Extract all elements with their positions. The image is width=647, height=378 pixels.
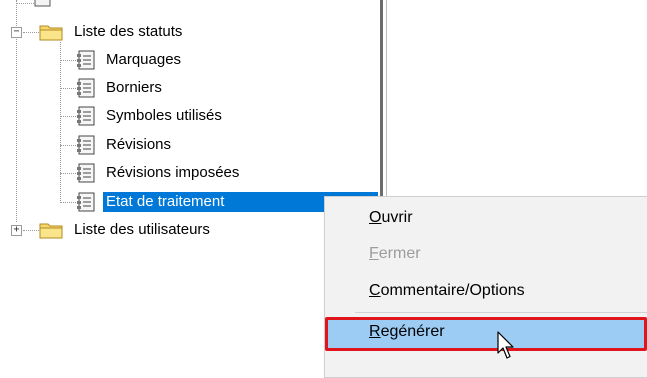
- menu-mnemonic: R: [369, 323, 381, 340]
- document-list-icon: [77, 78, 95, 98]
- tree-item-marquages[interactable]: Marquages: [106, 50, 181, 70]
- menu-item-label: egénérer: [380, 323, 445, 340]
- tree-item-symboles-utilises[interactable]: Symboles utilisés: [106, 106, 222, 126]
- tree-item-borniers[interactable]: Borniers: [106, 78, 162, 98]
- document-list-icon: [77, 135, 95, 155]
- tree-item-liste-des-utilisateurs[interactable]: Liste des utilisateurs: [74, 220, 210, 240]
- document-list-icon: [77, 106, 95, 126]
- menu-mnemonic: F: [369, 245, 379, 262]
- document-list-icon: [77, 50, 95, 70]
- tree-item-revisions-imposees[interactable]: Révisions imposées: [106, 163, 239, 183]
- menu-item-label: uvrir: [381, 209, 413, 226]
- menu-mnemonic: C: [369, 282, 381, 299]
- document-list-icon: [34, 0, 51, 7]
- tree-connector: [16, 36, 17, 222]
- menu-item-regenerer[interactable]: Regénérer: [325, 317, 647, 351]
- tree-item-revisions[interactable]: Révisions: [106, 135, 171, 155]
- collapse-toggle[interactable]: −: [11, 27, 22, 38]
- menu-item-ouvrir[interactable]: Ouvrir: [325, 203, 647, 233]
- tree-view: − Liste des statuts Marquages Borniers S…: [0, 0, 380, 367]
- menu-mnemonic: O: [369, 209, 382, 226]
- folder-icon: [39, 223, 63, 239]
- menu-item-label: ommentaire/Options: [380, 282, 525, 299]
- tree-connector: [23, 32, 39, 33]
- menu-item-commentaire-options[interactable]: Commentaire/Options: [325, 276, 647, 306]
- document-list-icon: [77, 163, 95, 183]
- folder-icon: [39, 25, 63, 41]
- tree-connector: [16, 3, 36, 4]
- tree-item-liste-des-statuts[interactable]: Liste des statuts: [74, 22, 182, 42]
- arrow-cursor-icon: [497, 331, 514, 359]
- context-menu: Ouvrir Fermer Commentaire/Options Regéné…: [324, 196, 647, 378]
- document-list-icon: [77, 192, 95, 212]
- expand-toggle[interactable]: +: [11, 225, 22, 236]
- menu-separator: [355, 312, 647, 313]
- tree-connector: [23, 230, 39, 231]
- tree-connector: [60, 42, 61, 203]
- menu-item-label: ermer: [378, 245, 421, 262]
- menu-item-fermer: Fermer: [325, 239, 647, 269]
